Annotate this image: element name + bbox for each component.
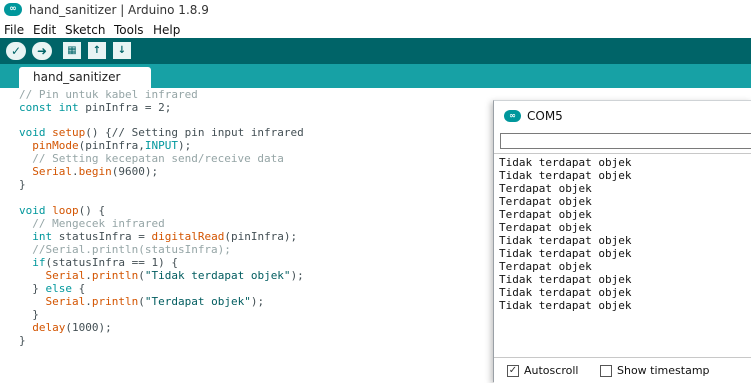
serial-line: Tidak terdapat objek bbox=[499, 273, 632, 286]
serial-line: Tidak terdapat objek bbox=[499, 286, 632, 299]
menu-help[interactable]: Help bbox=[153, 23, 180, 37]
code-line-18: } bbox=[32, 308, 39, 321]
code-line-16: } else { bbox=[32, 282, 86, 295]
serial-monitor-title: COM5 bbox=[527, 109, 563, 123]
serial-line: Terdapat objek bbox=[499, 182, 592, 195]
window-title: hand_sanitizer | Arduino 1.8.9 bbox=[29, 3, 209, 17]
serial-monitor-window: ∞ COM5 Tidak terdapat objek Tidak terdap… bbox=[493, 100, 751, 383]
code-line-8: } bbox=[19, 178, 26, 191]
serial-monitor-footer: ✓ Autoscroll Show timestamp bbox=[494, 357, 751, 383]
code-line-7: Serial.begin(9600); bbox=[32, 165, 159, 178]
autoscroll-checkbox[interactable]: ✓ bbox=[507, 365, 519, 377]
serial-line: Terdapat objek bbox=[499, 195, 592, 208]
code-line-13: //Serial.println(statusInfra); bbox=[32, 243, 231, 256]
serial-line: Tidak terdapat objek bbox=[499, 169, 632, 182]
tab-hand-sanitizer[interactable]: hand_sanitizer bbox=[19, 67, 151, 88]
code-line-17: Serial.println("Terdapat objek"); bbox=[45, 295, 265, 308]
serial-monitor-title-bar: ∞ COM5 bbox=[494, 101, 751, 131]
code-line-20: } bbox=[19, 334, 26, 347]
title-bar: ∞ hand_sanitizer | Arduino 1.8.9 bbox=[0, 0, 751, 22]
serial-line: Tidak terdapat objek bbox=[499, 234, 632, 247]
show-timestamp-checkbox[interactable] bbox=[600, 365, 612, 377]
code-line-11: // Mengecek infrared bbox=[32, 217, 165, 230]
code-line-5: pinMode(pinInfra,INPUT); bbox=[32, 139, 192, 152]
menu-tools[interactable]: Tools bbox=[114, 23, 144, 37]
menu-bar: File Edit Sketch Tools Help bbox=[0, 22, 751, 38]
tab-label: hand_sanitizer bbox=[33, 70, 121, 84]
menu-edit[interactable]: Edit bbox=[33, 23, 56, 37]
serial-output: Tidak terdapat objek Tidak terdapat obje… bbox=[494, 153, 751, 354]
menu-sketch[interactable]: Sketch bbox=[65, 23, 105, 37]
code-line-6: // Setting kecepatan send/receive data bbox=[32, 152, 284, 165]
serial-line: Terdapat objek bbox=[499, 260, 592, 273]
code-line-1: // Pin untuk kabel infrared bbox=[19, 88, 198, 101]
toolbar: ✓ ➜ ▦ ↑ ↓ bbox=[0, 38, 751, 64]
code-line-15: Serial.println("Tidak terdapat objek"); bbox=[45, 269, 304, 282]
serial-line: Terdapat objek bbox=[499, 208, 592, 221]
upload-icon[interactable]: ➜ bbox=[32, 42, 52, 60]
save-sketch-icon[interactable]: ↓ bbox=[113, 42, 131, 59]
code-line-14: if(statusInfra == 1) { bbox=[32, 256, 178, 269]
new-sketch-icon[interactable]: ▦ bbox=[63, 42, 81, 59]
code-line-19: delay(1000); bbox=[32, 321, 112, 334]
verify-icon[interactable]: ✓ bbox=[6, 42, 26, 60]
code-line-2: const int pinInfra = 2; bbox=[19, 101, 172, 114]
code-line-4: void setup() {// Setting pin input infra… bbox=[19, 126, 304, 139]
autoscroll-label: Autoscroll bbox=[524, 364, 579, 377]
serial-line: Tidak terdapat objek bbox=[499, 247, 632, 260]
code-line-10: void loop() { bbox=[19, 204, 106, 217]
arduino-logo-icon: ∞ bbox=[504, 110, 521, 122]
show-timestamp-label: Show timestamp bbox=[617, 364, 710, 377]
serial-line: Tidak terdapat objek bbox=[499, 156, 632, 169]
serial-line: Tidak terdapat objek bbox=[499, 299, 632, 312]
menu-file[interactable]: File bbox=[4, 23, 24, 37]
code-line-12: int statusInfra = digitalRead(pinInfra); bbox=[32, 230, 298, 243]
serial-line: Terdapat objek bbox=[499, 221, 592, 234]
serial-send-input[interactable] bbox=[500, 133, 751, 149]
open-sketch-icon[interactable]: ↑ bbox=[88, 42, 106, 59]
tab-strip: hand_sanitizer bbox=[0, 64, 751, 88]
arduino-logo-icon: ∞ bbox=[4, 3, 22, 16]
